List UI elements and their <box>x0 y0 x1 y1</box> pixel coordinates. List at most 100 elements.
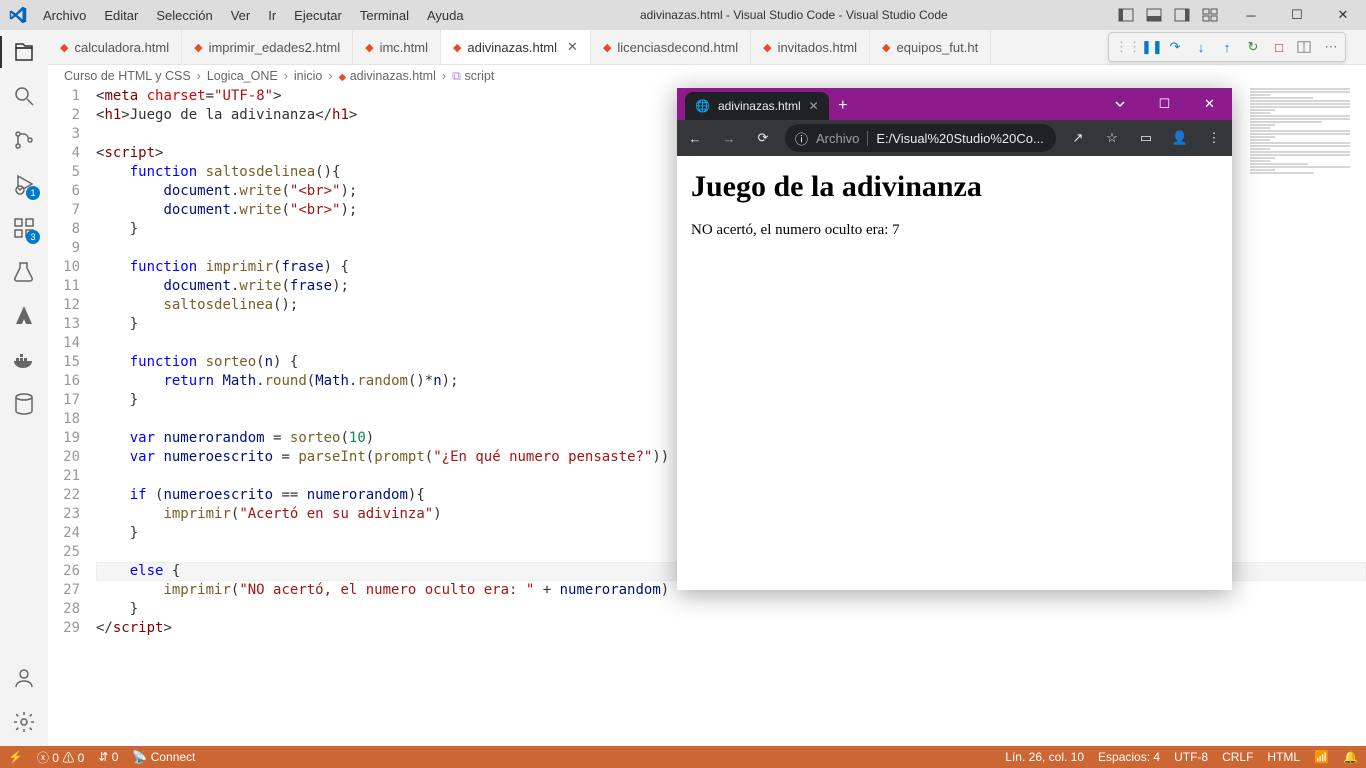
menu-bar: ArchivoEditarSelecciónVerIrEjecutarTermi… <box>35 4 472 27</box>
html-file-icon: ◆ <box>453 41 461 54</box>
tab-label: calculadora.html <box>74 40 169 55</box>
vscode-logo-icon <box>0 6 35 24</box>
titlebar: ArchivoEditarSelecciónVerIrEjecutarTermi… <box>0 0 1366 30</box>
minimize-button[interactable]: ─ <box>1228 0 1274 30</box>
browser-menu-icon[interactable]: ⋮ <box>1202 130 1226 146</box>
editor-tab[interactable]: ◆ calculadora.html <box>48 30 182 64</box>
tab-label: invitados.html <box>778 40 857 55</box>
browser-minimize-icon[interactable] <box>1097 88 1142 120</box>
browser-bookmark-icon[interactable]: ☆ <box>1100 130 1124 146</box>
source-control-icon[interactable] <box>10 126 38 154</box>
maximize-button[interactable]: ☐ <box>1274 0 1320 30</box>
browser-tab-favicon: 🌐 <box>695 99 710 113</box>
docker-icon[interactable] <box>10 346 38 374</box>
layout-controls <box>1116 5 1228 25</box>
settings-gear-icon[interactable] <box>10 708 38 736</box>
browser-tab-close-icon[interactable]: ✕ <box>809 99 819 113</box>
close-button[interactable]: ✕ <box>1320 0 1366 30</box>
debug-step-over-icon[interactable]: ↷ <box>1167 39 1183 55</box>
extensions-badge: 3 <box>26 230 40 244</box>
debug-restart-icon[interactable]: ↻ <box>1245 39 1261 55</box>
tab-label: imc.html <box>380 40 428 55</box>
debug-step-into-icon[interactable]: ↓ <box>1193 40 1209 55</box>
status-indentation[interactable]: Espacios: 4 <box>1098 750 1160 764</box>
editor-tab[interactable]: ◆licenciasdecond.html <box>591 30 751 64</box>
browser-address-bar: ← → ⟳ ⓘ Archivo E:/Visual%20Studio%20Co.… <box>677 120 1232 156</box>
debug-pause-icon[interactable]: ❚❚ <box>1141 39 1157 55</box>
explorer-icon[interactable] <box>10 38 38 66</box>
menu-terminal[interactable]: Terminal <box>352 4 417 27</box>
browser-info-icon[interactable]: ⓘ <box>795 129 808 148</box>
status-golive-icon[interactable]: 📶 <box>1314 750 1329 764</box>
line-gutter: 1234567891011121314151617181920212223242… <box>48 87 96 746</box>
breadcrumb[interactable]: Curso de HTML y CSS›Logica_ONE›inicio›◆ … <box>48 65 1366 87</box>
browser-omnibox[interactable]: ⓘ Archivo E:/Visual%20Studio%20Co... <box>785 124 1056 152</box>
html-file-icon: ◆ <box>763 41 771 54</box>
tab-label: licenciasdecond.html <box>617 40 738 55</box>
menu-ejecutar[interactable]: Ejecutar <box>286 4 350 27</box>
accounts-icon[interactable] <box>10 664 38 692</box>
menu-ir[interactable]: Ir <box>260 4 284 27</box>
browser-forward-icon[interactable]: → <box>717 131 741 146</box>
status-connect[interactable]: 📡 Connect <box>132 750 195 764</box>
editor-tab[interactable]: ◆equipos_fut.ht <box>870 30 991 64</box>
browser-close-button[interactable]: ✕ <box>1187 88 1232 120</box>
editor-tab[interactable]: ◆adivinazas.html✕ <box>441 30 591 64</box>
minimap[interactable] <box>1246 87 1366 387</box>
layout-sidebar-right-icon[interactable] <box>1172 5 1192 25</box>
status-language[interactable]: HTML <box>1267 750 1300 764</box>
breadcrumb-item[interactable]: ◆ adivinazas.html <box>339 69 436 83</box>
search-icon[interactable] <box>10 82 38 110</box>
menu-ver[interactable]: Ver <box>223 4 259 27</box>
database-icon[interactable] <box>10 390 38 418</box>
extensions-icon[interactable]: 3 <box>10 214 38 242</box>
editor-tab[interactable]: ◆ invitados.html <box>751 30 870 64</box>
browser-titlebar: 🌐 adivinazas.html ✕ + ☐ ✕ <box>677 88 1232 120</box>
menu-selección[interactable]: Selección <box>148 4 220 27</box>
activity-bar: 1 3 <box>0 30 48 746</box>
more-actions-icon[interactable]: ⋯ <box>1323 39 1339 55</box>
browser-maximize-button[interactable]: ☐ <box>1142 88 1187 120</box>
status-problems[interactable]: ⓧ 0 ⚠ 0 <box>37 749 84 766</box>
menu-editar[interactable]: Editar <box>96 4 146 27</box>
status-ports[interactable]: ⇵ 0 <box>98 750 118 764</box>
tab-close-icon[interactable]: ✕ <box>567 39 578 55</box>
debug-stop-icon[interactable]: □ <box>1271 40 1287 55</box>
tab-label: imprimir_edades2.html <box>209 40 341 55</box>
split-editor-icon[interactable] <box>1297 40 1313 54</box>
html-file-icon: ◆ <box>365 41 373 54</box>
testing-icon[interactable] <box>10 258 38 286</box>
breadcrumb-item[interactable]: ⧉ script <box>452 69 494 84</box>
browser-new-tab-button[interactable]: + <box>829 92 857 120</box>
browser-profile-icon[interactable]: 👤 <box>1168 130 1192 146</box>
layout-panel-icon[interactable] <box>1144 5 1164 25</box>
drag-grip-icon[interactable]: ⋮⋮ <box>1115 39 1131 55</box>
browser-panel-icon[interactable]: ▭ <box>1134 130 1158 146</box>
run-debug-icon[interactable]: 1 <box>10 170 38 198</box>
status-cursor-position[interactable]: Lín. 26, col. 10 <box>1005 750 1084 764</box>
browser-back-icon[interactable]: ← <box>683 131 707 146</box>
browser-share-icon[interactable]: ↗ <box>1066 130 1090 146</box>
status-notifications-icon[interactable]: 🔔 <box>1343 750 1358 764</box>
status-eol[interactable]: CRLF <box>1222 750 1253 764</box>
browser-reload-icon[interactable]: ⟳ <box>751 130 775 146</box>
breadcrumb-item[interactable]: Logica_ONE <box>207 69 278 83</box>
debug-step-out-icon[interactable]: ↑ <box>1219 40 1235 55</box>
menu-archivo[interactable]: Archivo <box>35 4 94 27</box>
layout-sidebar-left-icon[interactable] <box>1116 5 1136 25</box>
status-encoding[interactable]: UTF-8 <box>1174 750 1208 764</box>
browser-window: 🌐 adivinazas.html ✕ + ☐ ✕ ← → ⟳ ⓘ Archiv… <box>677 88 1232 590</box>
browser-tab[interactable]: 🌐 adivinazas.html ✕ <box>685 92 829 120</box>
azure-icon[interactable] <box>10 302 38 330</box>
layout-customize-icon[interactable] <box>1200 5 1220 25</box>
html-file-icon: ◆ <box>60 41 68 54</box>
remote-indicator[interactable]: ⚡ <box>8 750 23 764</box>
editor-tab[interactable]: ◆ imc.html <box>353 30 441 64</box>
editor-tab[interactable]: ◆imprimir_edades2.html <box>182 30 353 64</box>
debug-toolbar[interactable]: ⋮⋮ ❚❚ ↷ ↓ ↑ ↻ □ ⋯ <box>1108 32 1346 62</box>
page-heading: Juego de la adivinanza <box>691 170 1218 204</box>
breadcrumb-item[interactable]: Curso de HTML y CSS <box>64 69 191 83</box>
breadcrumb-item[interactable]: inicio <box>294 69 323 83</box>
menu-ayuda[interactable]: Ayuda <box>419 4 472 27</box>
tab-label: equipos_fut.ht <box>897 40 979 55</box>
